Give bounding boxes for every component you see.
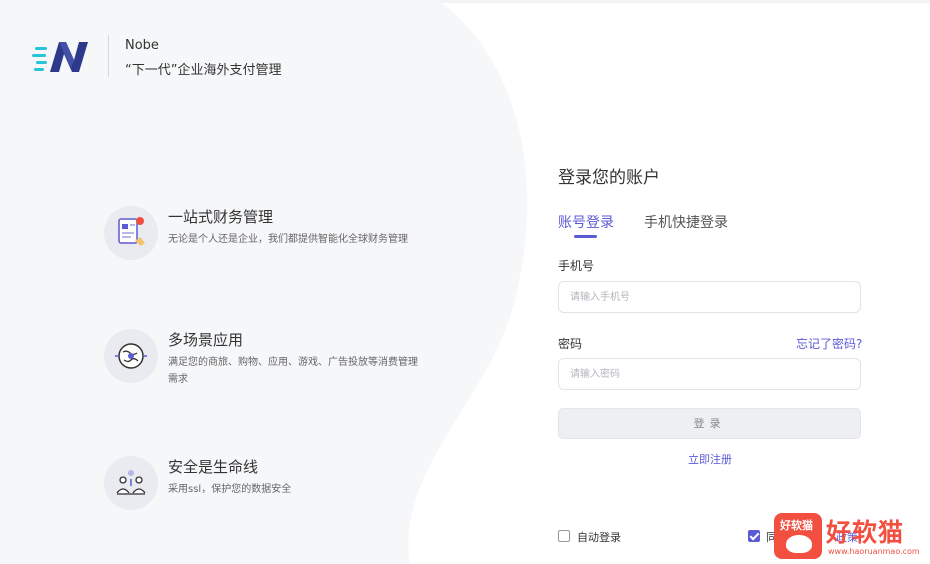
active-tab-indicator	[574, 235, 597, 238]
auto-login-checkbox[interactable]	[558, 530, 570, 542]
tab-phone-login[interactable]: 手机快捷登录	[644, 212, 728, 232]
password-input[interactable]	[558, 358, 861, 390]
phone-label: 手机号	[558, 259, 595, 273]
watermark-small-text: 好软猫	[780, 519, 813, 532]
agree-policy-checkbox[interactable]	[748, 530, 760, 542]
watermark-url: www.haoruanmao.com	[828, 547, 920, 556]
phone-input[interactable]	[558, 281, 861, 313]
feature-title: 安全是生命线	[168, 458, 259, 476]
watermark: 好软猫 好软猫 www.haoruanmao.com	[772, 512, 922, 560]
feature-description: 采用ssl，保护您的数据安全	[168, 484, 292, 495]
auto-login-label: 自动登录	[577, 531, 621, 544]
brand-name: Nobe	[125, 38, 159, 53]
finance-document-icon	[104, 206, 158, 260]
password-label: 密码	[558, 337, 583, 351]
cat-face-icon	[786, 535, 812, 553]
nobe-logo-icon	[32, 42, 88, 72]
watermark-logo-icon: 好软猫	[774, 513, 822, 559]
security-team-icon	[104, 456, 158, 510]
feature-description: 无论是个人还是企业，我们都提供智能化全球财务管理	[168, 234, 408, 245]
feature-description: 满足您的商旅、购物、应用、游戏、广告投放等消费管理需求	[168, 357, 418, 385]
multi-scene-globe-icon	[104, 329, 158, 383]
watermark-text: 好软猫	[826, 518, 905, 547]
brand-divider	[108, 35, 109, 77]
tab-account-login[interactable]: 账号登录	[558, 212, 614, 232]
brand-slogan: “下一代”企业海外支付管理	[125, 63, 282, 78]
forgot-password-link[interactable]: 忘记了密码?	[796, 335, 862, 352]
feature-title: 多场景应用	[168, 331, 244, 349]
feature-title: 一站式财务管理	[168, 208, 274, 226]
login-button[interactable]: 登录	[558, 408, 861, 439]
login-title: 登录您的账户	[558, 168, 660, 188]
register-link[interactable]: 立即注册	[688, 451, 732, 467]
